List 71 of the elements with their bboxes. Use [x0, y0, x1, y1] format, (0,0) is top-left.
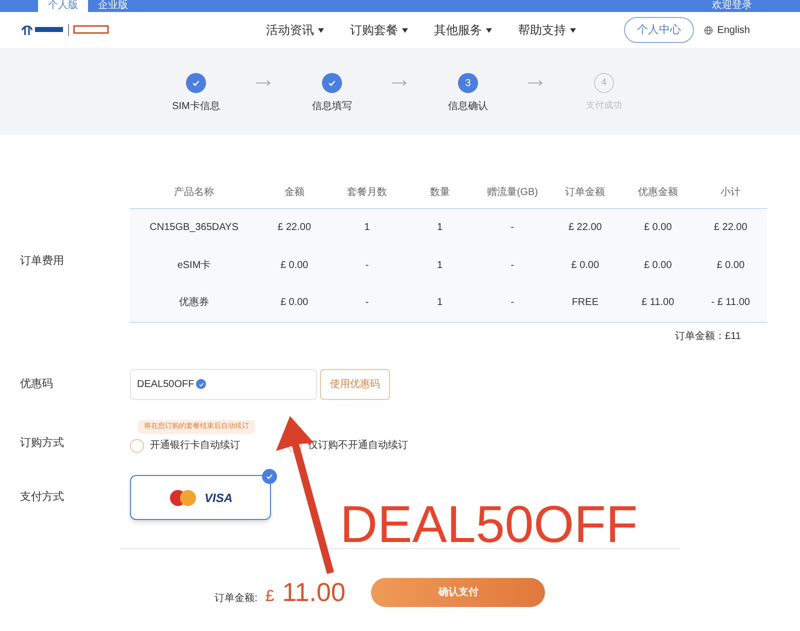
check-icon — [327, 78, 337, 88]
table-cell: £ 22.00 — [548, 208, 622, 246]
table-cell: 1 — [403, 208, 476, 246]
nav-menu[interactable]: 订购套餐 — [350, 21, 408, 39]
table-cell: - — [476, 208, 549, 246]
nav-menu[interactable]: 帮助支持 — [518, 21, 576, 39]
column-header: 订单金额 — [548, 178, 622, 208]
table-cell: 1 — [403, 284, 476, 322]
total-amount: 11.00 — [282, 576, 346, 609]
caret-icon — [402, 28, 408, 32]
renewal-radio[interactable]: 开通银行卡自动续订 — [130, 438, 240, 453]
table-cell: - — [330, 246, 404, 284]
table-cell: £ 0.00 — [258, 246, 331, 284]
table-cell: 1 — [330, 208, 404, 246]
table-cell: - — [330, 284, 404, 322]
check-icon — [191, 78, 201, 88]
table-cell: FREE — [548, 284, 622, 322]
column-header: 套餐月数 — [330, 178, 404, 208]
total-label: 订单金额: — [214, 592, 258, 606]
column-header: 数量 — [403, 178, 476, 208]
caret-icon — [318, 28, 324, 32]
column-header: 优惠金额 — [622, 178, 694, 208]
order-total: 订单金额：£11 — [675, 330, 741, 344]
annotation-text: DEAL50OFF — [340, 497, 638, 553]
arrow-icon — [528, 80, 544, 86]
table-cell: £ 11.00 — [622, 284, 694, 322]
table-cell: - £ 11.00 — [694, 284, 767, 322]
language-link[interactable]: English — [704, 22, 750, 38]
promo-code-field[interactable]: DEAL50OFF — [130, 368, 317, 400]
account-button[interactable]: 个人中心 — [624, 17, 694, 43]
currency-symbol: £ — [265, 587, 274, 607]
step-number: 4 — [594, 73, 614, 93]
table-cell: £ 0.00 — [258, 284, 331, 322]
payment-card[interactable]: VISA — [130, 475, 271, 520]
table-cell: £ 0.00 — [694, 246, 767, 284]
nav-menu[interactable]: 其他服务 — [434, 21, 492, 39]
step-number: 3 — [458, 73, 478, 93]
table-cell: £ 0.00 — [622, 208, 694, 246]
section-label: 支付方式 — [19, 490, 65, 506]
edition-tab[interactable]: 个人版 — [38, 0, 88, 12]
check-icon — [265, 472, 274, 481]
section-label: 优惠码 — [19, 376, 54, 392]
card-logo-icon — [168, 488, 198, 506]
table-cell: - — [476, 284, 549, 322]
arrow-icon — [256, 80, 272, 86]
table-cell: £ 22.00 — [694, 208, 767, 246]
column-header: 金额 — [258, 178, 331, 208]
table-cell: £ 0.00 — [622, 246, 694, 284]
column-header: 产品名称 — [130, 178, 258, 208]
edition-tab[interactable]: 企业版 — [88, 0, 138, 12]
table-cell: - — [476, 246, 549, 284]
arrow-icon — [392, 80, 408, 86]
table-cell: £ 0.00 — [548, 246, 622, 284]
step-label: 信息填写 — [312, 100, 352, 114]
column-header: 赠流量(GB) — [476, 178, 549, 208]
caret-icon — [570, 28, 576, 32]
section-label: 订购方式 — [19, 436, 65, 450]
step-label: SIM卡信息 — [172, 100, 220, 114]
globe-icon — [704, 26, 714, 34]
table-cell: eSIM卡 — [130, 246, 258, 284]
caret-icon — [486, 28, 492, 32]
section-label: 订单费用 — [19, 254, 65, 268]
table-cell: 优惠券 — [130, 284, 258, 322]
step-label: 支付成功 — [586, 99, 622, 112]
column-header: 小计 — [694, 178, 767, 208]
step-label: 信息确认 — [448, 100, 488, 114]
nav-menu[interactable]: 活动资讯 — [266, 21, 324, 39]
table-cell: 1 — [403, 246, 476, 284]
visa-logo: VISA — [204, 490, 232, 506]
table-cell: £ 22.00 — [258, 208, 331, 246]
table-cell: CN15GB_365DAYS — [130, 208, 258, 246]
